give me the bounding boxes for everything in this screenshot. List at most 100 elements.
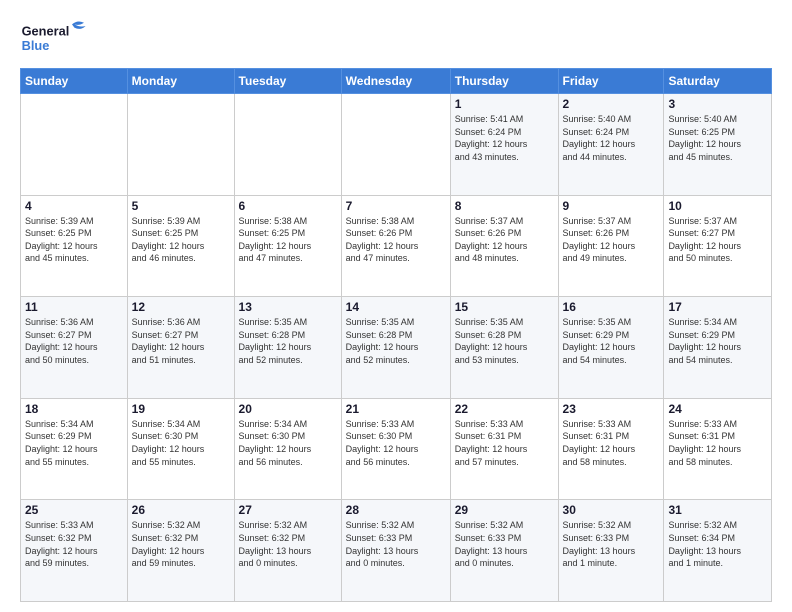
- day-number: 31: [668, 503, 767, 517]
- logo-svg: General Blue: [20, 16, 100, 60]
- day-number: 5: [132, 199, 230, 213]
- day-info: Sunrise: 5:35 AM Sunset: 6:29 PM Dayligh…: [563, 316, 660, 366]
- header-row: SundayMondayTuesdayWednesdayThursdayFrid…: [21, 69, 772, 94]
- day-number: 2: [563, 97, 660, 111]
- calendar-cell: 10 Sunrise: 5:37 AM Sunset: 6:27 PM Dayli…: [664, 195, 772, 297]
- logo: General Blue: [20, 16, 100, 60]
- calendar-cell: 14 Sunrise: 5:35 AM Sunset: 6:28 PM Dayli…: [341, 297, 450, 399]
- calendar-cell: 12 Sunrise: 5:36 AM Sunset: 6:27 PM Dayli…: [127, 297, 234, 399]
- day-info: Sunrise: 5:32 AM Sunset: 6:34 PM Dayligh…: [668, 519, 767, 569]
- calendar-cell: 7 Sunrise: 5:38 AM Sunset: 6:26 PM Daylig…: [341, 195, 450, 297]
- day-number: 20: [239, 402, 337, 416]
- day-info: Sunrise: 5:36 AM Sunset: 6:27 PM Dayligh…: [25, 316, 123, 366]
- day-number: 9: [563, 199, 660, 213]
- day-info: Sunrise: 5:35 AM Sunset: 6:28 PM Dayligh…: [239, 316, 337, 366]
- day-number: 10: [668, 199, 767, 213]
- calendar-cell: 9 Sunrise: 5:37 AM Sunset: 6:26 PM Daylig…: [558, 195, 664, 297]
- day-info: Sunrise: 5:38 AM Sunset: 6:26 PM Dayligh…: [346, 215, 446, 265]
- calendar-cell: 5 Sunrise: 5:39 AM Sunset: 6:25 PM Daylig…: [127, 195, 234, 297]
- calendar-cell: 28 Sunrise: 5:32 AM Sunset: 6:33 PM Dayli…: [341, 500, 450, 602]
- day-info: Sunrise: 5:34 AM Sunset: 6:30 PM Dayligh…: [132, 418, 230, 468]
- day-number: 25: [25, 503, 123, 517]
- calendar-cell: 15Sunrise: 5:35 AM Sunset: 6:28 PM Dayli…: [450, 297, 558, 399]
- calendar-cell: 25 Sunrise: 5:33 AM Sunset: 6:32 PM Dayli…: [21, 500, 128, 602]
- calendar-cell: 20 Sunrise: 5:34 AM Sunset: 6:30 PM Dayli…: [234, 398, 341, 500]
- week-row-2: 4 Sunrise: 5:39 AM Sunset: 6:25 PM Daylig…: [21, 195, 772, 297]
- day-number: 18: [25, 402, 123, 416]
- calendar-cell: [127, 94, 234, 196]
- calendar-cell: [341, 94, 450, 196]
- calendar-cell: 31 Sunrise: 5:32 AM Sunset: 6:34 PM Dayli…: [664, 500, 772, 602]
- day-info: Sunrise: 5:39 AM Sunset: 6:25 PM Dayligh…: [25, 215, 123, 265]
- day-info: Sunrise: 5:33 AM Sunset: 6:30 PM Dayligh…: [346, 418, 446, 468]
- day-info: Sunrise: 5:33 AM Sunset: 6:31 PM Dayligh…: [455, 418, 554, 468]
- week-row-1: 1 Sunrise: 5:41 AM Sunset: 6:24 PM Daylig…: [21, 94, 772, 196]
- calendar-cell: 26Sunrise: 5:32 AM Sunset: 6:32 PM Dayli…: [127, 500, 234, 602]
- calendar-cell: 27 Sunrise: 5:32 AM Sunset: 6:32 PM Dayli…: [234, 500, 341, 602]
- day-number: 19: [132, 402, 230, 416]
- day-info: Sunrise: 5:33 AM Sunset: 6:32 PM Dayligh…: [25, 519, 123, 569]
- svg-text:General: General: [22, 24, 70, 39]
- calendar-cell: 2 Sunrise: 5:40 AM Sunset: 6:24 PM Daylig…: [558, 94, 664, 196]
- day-number: 1: [455, 97, 554, 111]
- calendar-cell: 11 Sunrise: 5:36 AM Sunset: 6:27 PM Dayli…: [21, 297, 128, 399]
- day-info: Sunrise: 5:41 AM Sunset: 6:24 PM Dayligh…: [455, 113, 554, 163]
- day-info: Sunrise: 5:34 AM Sunset: 6:29 PM Dayligh…: [25, 418, 123, 468]
- day-number: 14: [346, 300, 446, 314]
- day-info: Sunrise: 5:32 AM Sunset: 6:33 PM Dayligh…: [563, 519, 660, 569]
- day-info: Sunrise: 5:32 AM Sunset: 6:33 PM Dayligh…: [346, 519, 446, 569]
- header: General Blue: [20, 16, 772, 60]
- calendar-cell: 18 Sunrise: 5:34 AM Sunset: 6:29 PM Dayli…: [21, 398, 128, 500]
- day-number: 16: [563, 300, 660, 314]
- col-header-sunday: Sunday: [21, 69, 128, 94]
- day-number: 27: [239, 503, 337, 517]
- day-info: Sunrise: 5:34 AM Sunset: 6:29 PM Dayligh…: [668, 316, 767, 366]
- day-number: 12: [132, 300, 230, 314]
- day-number: 30: [563, 503, 660, 517]
- day-number: 29: [455, 503, 554, 517]
- day-info: Sunrise: 5:33 AM Sunset: 6:31 PM Dayligh…: [668, 418, 767, 468]
- calendar-cell: 19 Sunrise: 5:34 AM Sunset: 6:30 PM Dayli…: [127, 398, 234, 500]
- calendar-cell: 21Sunrise: 5:33 AM Sunset: 6:30 PM Dayli…: [341, 398, 450, 500]
- day-info: Sunrise: 5:32 AM Sunset: 6:33 PM Dayligh…: [455, 519, 554, 569]
- day-number: 6: [239, 199, 337, 213]
- day-number: 8: [455, 199, 554, 213]
- day-number: 3: [668, 97, 767, 111]
- day-info: Sunrise: 5:35 AM Sunset: 6:28 PM Dayligh…: [346, 316, 446, 366]
- col-header-thursday: Thursday: [450, 69, 558, 94]
- day-info: Sunrise: 5:33 AM Sunset: 6:31 PM Dayligh…: [563, 418, 660, 468]
- week-row-5: 25 Sunrise: 5:33 AM Sunset: 6:32 PM Dayli…: [21, 500, 772, 602]
- day-info: Sunrise: 5:34 AM Sunset: 6:30 PM Dayligh…: [239, 418, 337, 468]
- day-info: Sunrise: 5:32 AM Sunset: 6:32 PM Dayligh…: [239, 519, 337, 569]
- day-number: 24: [668, 402, 767, 416]
- calendar-table: SundayMondayTuesdayWednesdayThursdayFrid…: [20, 68, 772, 602]
- day-number: 11: [25, 300, 123, 314]
- calendar-cell: 6 Sunrise: 5:38 AM Sunset: 6:25 PM Daylig…: [234, 195, 341, 297]
- calendar-cell: 4 Sunrise: 5:39 AM Sunset: 6:25 PM Daylig…: [21, 195, 128, 297]
- calendar-cell: 23Sunrise: 5:33 AM Sunset: 6:31 PM Dayli…: [558, 398, 664, 500]
- calendar-cell: [234, 94, 341, 196]
- col-header-friday: Friday: [558, 69, 664, 94]
- week-row-3: 11 Sunrise: 5:36 AM Sunset: 6:27 PM Dayli…: [21, 297, 772, 399]
- day-info: Sunrise: 5:37 AM Sunset: 6:26 PM Dayligh…: [563, 215, 660, 265]
- col-header-saturday: Saturday: [664, 69, 772, 94]
- col-header-monday: Monday: [127, 69, 234, 94]
- calendar-cell: 13 Sunrise: 5:35 AM Sunset: 6:28 PM Dayli…: [234, 297, 341, 399]
- day-info: Sunrise: 5:39 AM Sunset: 6:25 PM Dayligh…: [132, 215, 230, 265]
- day-number: 17: [668, 300, 767, 314]
- day-info: Sunrise: 5:32 AM Sunset: 6:32 PM Dayligh…: [132, 519, 230, 569]
- day-info: Sunrise: 5:36 AM Sunset: 6:27 PM Dayligh…: [132, 316, 230, 366]
- col-header-tuesday: Tuesday: [234, 69, 341, 94]
- calendar-cell: 24 Sunrise: 5:33 AM Sunset: 6:31 PM Dayli…: [664, 398, 772, 500]
- day-number: 28: [346, 503, 446, 517]
- day-number: 7: [346, 199, 446, 213]
- calendar-cell: 22 Sunrise: 5:33 AM Sunset: 6:31 PM Dayli…: [450, 398, 558, 500]
- day-info: Sunrise: 5:37 AM Sunset: 6:27 PM Dayligh…: [668, 215, 767, 265]
- day-number: 4: [25, 199, 123, 213]
- day-number: 22: [455, 402, 554, 416]
- day-info: Sunrise: 5:38 AM Sunset: 6:25 PM Dayligh…: [239, 215, 337, 265]
- day-number: 13: [239, 300, 337, 314]
- calendar-cell: [21, 94, 128, 196]
- day-info: Sunrise: 5:37 AM Sunset: 6:26 PM Dayligh…: [455, 215, 554, 265]
- day-info: Sunrise: 5:40 AM Sunset: 6:24 PM Dayligh…: [563, 113, 660, 163]
